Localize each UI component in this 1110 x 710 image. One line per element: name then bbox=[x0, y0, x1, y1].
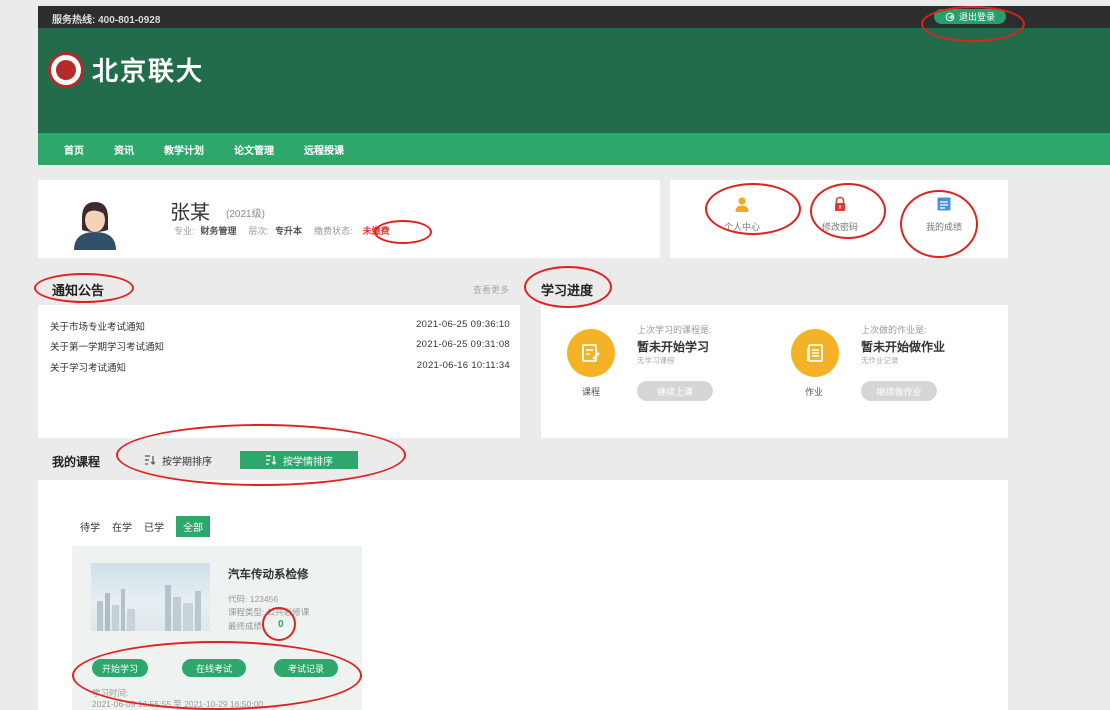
nav-item-thesis[interactable]: 论文管理 bbox=[234, 142, 274, 157]
user-icon bbox=[735, 197, 749, 212]
major-value: 财务管理 bbox=[200, 226, 237, 236]
notice-title: 通知公告 bbox=[52, 283, 105, 298]
edit-document-icon bbox=[582, 344, 600, 362]
main-nav: 首页 资讯 教学计划 论文管理 远程授课 bbox=[38, 133, 1110, 165]
logout-icon bbox=[945, 12, 955, 21]
notice-item[interactable]: 关于市场专业考试通知 2021-06-25 09:36:10 bbox=[50, 319, 510, 333]
notice-item[interactable]: 关于学习考试通知 2021-06-16 10:11:34 bbox=[50, 360, 510, 374]
logout-button[interactable]: 退出登录 bbox=[934, 9, 1006, 24]
my-courses-title: 我的课程 bbox=[52, 455, 101, 469]
page: 服务热线: 400-801-0928 退出登录 北京联大 首页 资讯 教学计划 … bbox=[0, 0, 1110, 710]
sort-icon bbox=[266, 455, 277, 465]
progress-title: 学习进度 bbox=[541, 283, 594, 298]
avatar bbox=[74, 202, 116, 250]
homework-icon bbox=[807, 344, 823, 362]
nav-item-teaching-plan[interactable]: 教学计划 bbox=[164, 142, 204, 157]
last-homework-sub: 无作业记录 bbox=[861, 356, 899, 365]
homework-progress-circle bbox=[791, 329, 839, 377]
start-learning-button[interactable]: 开始学习 bbox=[92, 659, 148, 677]
course-code: 代码: 123456 bbox=[228, 594, 279, 604]
level-value: 专升本 bbox=[275, 226, 303, 236]
notice-item-title: 关于第一学期学习考试通知 bbox=[50, 342, 165, 353]
site-header: 北京联大 首页 资讯 教学计划 论文管理 远程授课 bbox=[38, 28, 1110, 165]
filter-tab-pending[interactable]: 待学 bbox=[80, 519, 100, 534]
final-score-label: 最终成绩: bbox=[228, 621, 265, 631]
view-more-link[interactable]: 查看更多 bbox=[473, 283, 509, 296]
logout-label: 退出登录 bbox=[958, 12, 995, 22]
notice-item-date: 2021-06-25 09:36:10 bbox=[416, 319, 510, 330]
university-seal-icon bbox=[48, 51, 84, 88]
course-card: 汽车传动系检修 代码: 123456 课程类型: 公共必修课 最终成绩: 0 开… bbox=[72, 546, 362, 710]
quick-link-change-password[interactable]: 修改密码 bbox=[810, 196, 870, 233]
major-label: 专业: bbox=[174, 226, 195, 236]
course-progress-circle bbox=[567, 329, 615, 377]
online-exam-button[interactable]: 在线考试 bbox=[182, 659, 246, 677]
fee-status-label: 缴费状态: bbox=[314, 226, 353, 236]
final-score-value: 0 bbox=[278, 619, 284, 630]
course-circle-label: 课程 bbox=[582, 387, 601, 397]
profile-card: 张某 (2021级) 专业: 财务管理 层次: 专升本 缴费状态: 未缴费 bbox=[38, 180, 660, 258]
user-grade: (2021级) bbox=[226, 209, 265, 220]
quick-link-label: 修改密码 bbox=[821, 222, 858, 232]
continue-homework-button[interactable]: 继续做作业 bbox=[861, 381, 937, 401]
notice-item-date: 2021-06-25 09:31:08 bbox=[416, 339, 510, 350]
sort-by-term-button[interactable]: 按学期排序 bbox=[134, 451, 222, 469]
lock-icon bbox=[835, 196, 845, 211]
grades-icon bbox=[937, 197, 951, 211]
course-filter-tabs: 待学 在学 已学 全部 bbox=[80, 516, 210, 537]
continue-class-button[interactable]: 继续上课 bbox=[637, 381, 713, 401]
notice-list: 关于市场专业考试通知 2021-06-25 09:36:10 关于第一学期学习考… bbox=[38, 305, 520, 438]
last-course-sub: 无学习课程 bbox=[637, 356, 675, 365]
course-name: 汽车传动系检修 bbox=[228, 569, 309, 581]
last-homework-value: 暂未开始做作业 bbox=[861, 340, 946, 354]
study-time-value: 2021-06-09 16:55:55 至 2021-10-29 16:50:0… bbox=[92, 699, 264, 709]
nav-item-remote-class[interactable]: 远程授课 bbox=[304, 142, 344, 157]
exam-record-button[interactable]: 考试记录 bbox=[274, 659, 338, 677]
quick-link-my-grades[interactable]: 我的成绩 bbox=[914, 196, 974, 233]
course-category: 课程类型: 公共必修课 bbox=[228, 607, 310, 617]
homework-circle-label: 作业 bbox=[805, 387, 824, 397]
last-course-value: 暂未开始学习 bbox=[637, 340, 710, 354]
user-name: 张某 bbox=[170, 202, 210, 224]
nav-item-home[interactable]: 首页 bbox=[64, 142, 84, 157]
quick-link-label: 我的成绩 bbox=[925, 222, 962, 232]
last-course-label: 上次学习的课程是: bbox=[637, 325, 712, 335]
top-bar: 服务热线: 400-801-0928 退出登录 bbox=[38, 6, 1110, 28]
nav-item-news[interactable]: 资讯 bbox=[114, 142, 134, 157]
user-info: 专业: 财务管理 层次: 专升本 缴费状态: 未缴费 bbox=[174, 224, 390, 237]
service-hotline: 服务热线: 400-801-0928 bbox=[52, 15, 161, 26]
progress-panel: 课程 上次学习的课程是: 暂未开始学习 无学习课程 继续上课 作业 上次做的作业… bbox=[541, 305, 1008, 438]
sort-by-term-label: 按学期排序 bbox=[162, 456, 212, 468]
fee-status-value: 未缴费 bbox=[362, 226, 390, 236]
sort-icon bbox=[145, 455, 156, 465]
notice-item[interactable]: 关于第一学期学习考试通知 2021-06-25 09:31:08 bbox=[50, 339, 510, 353]
notice-item-date: 2021-06-16 10:11:34 bbox=[416, 360, 510, 371]
notice-item-title: 关于市场专业考试通知 bbox=[50, 322, 146, 333]
sort-by-status-button[interactable]: 按学情排序 bbox=[240, 451, 358, 469]
course-thumbnail[interactable] bbox=[91, 563, 210, 631]
sort-by-status-label: 按学情排序 bbox=[283, 456, 333, 468]
site-logo[interactable]: 北京联大 bbox=[48, 51, 204, 88]
site-logo-text: 北京联大 bbox=[92, 57, 205, 87]
filter-tab-in-progress[interactable]: 在学 bbox=[112, 519, 132, 534]
quick-link-label: 个人中心 bbox=[723, 222, 760, 232]
filter-tab-completed[interactable]: 已学 bbox=[144, 519, 164, 534]
city-skyline-image bbox=[97, 585, 201, 631]
filter-tab-all[interactable]: 全部 bbox=[176, 516, 210, 537]
quick-links-panel: 个人中心 修改密码 我的成绩 bbox=[670, 180, 1008, 258]
last-homework-label: 上次做的作业是: bbox=[861, 325, 927, 335]
level-label: 层次: bbox=[248, 226, 270, 236]
notice-item-title: 关于学习考试通知 bbox=[50, 363, 127, 374]
quick-link-personal-center[interactable]: 个人中心 bbox=[712, 196, 772, 233]
